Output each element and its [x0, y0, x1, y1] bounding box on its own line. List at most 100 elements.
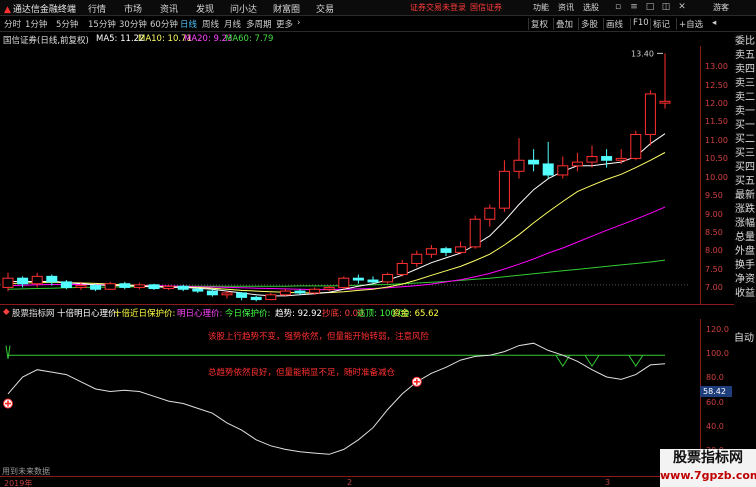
indicator-item-1: 明日心理价:: [177, 309, 223, 319]
price-tick: 10.50: [705, 154, 728, 164]
restore-icon[interactable]: □: [644, 1, 656, 13]
f10-button[interactable]: F10: [630, 18, 651, 30]
side-tab[interactable]: 买三: [735, 147, 756, 160]
candle-body: [513, 159, 525, 172]
side-tab[interactable]: 外盘: [735, 245, 756, 258]
candle-body: [630, 133, 642, 159]
price-tick: 11.50: [705, 117, 728, 127]
period-60min[interactable]: 60分钟: [150, 18, 178, 30]
candle-body: [90, 285, 102, 290]
side-tab[interactable]: 涨幅: [735, 217, 756, 230]
candle-body: [601, 156, 613, 161]
side-tab[interactable]: 卖二: [735, 91, 756, 104]
price-tick: 7.00: [705, 283, 723, 293]
menu-icon[interactable]: ≡: [628, 1, 640, 13]
ma-legend: 国信证券(日线,前复权) MA5: 11.22 MA10: 10.71 MA20…: [0, 33, 756, 46]
date-label: 2: [347, 478, 353, 487]
indicator-chart[interactable]: [0, 319, 700, 476]
add-watchlist-button[interactable]: +自选: [676, 18, 705, 30]
date-label: 3: [605, 478, 611, 487]
menu-market[interactable]: 市场: [124, 2, 142, 15]
side-tab[interactable]: 卖四: [735, 63, 756, 76]
draw-line-button[interactable]: 画线: [603, 18, 625, 30]
indicator-title: 十倍明日心理价:: [57, 309, 120, 319]
adjust-button[interactable]: 复权: [528, 18, 550, 30]
candle-body: [542, 163, 554, 176]
guest-label[interactable]: 游客: [713, 2, 729, 13]
candlestick-chart[interactable]: 13.406.67: [0, 46, 700, 304]
login-notice[interactable]: 证券交易未登录: [410, 2, 466, 13]
app-name: 通达信金融终端: [12, 5, 76, 15]
indicator-tick: 40.0: [706, 421, 724, 431]
mark-button[interactable]: 标记: [650, 18, 672, 30]
side-tab[interactable]: 委比: [735, 35, 756, 48]
side-tab[interactable]: 买一: [735, 119, 756, 132]
menu-ask[interactable]: 问小达: [230, 2, 257, 15]
chevron-right-icon[interactable]: ›: [297, 18, 300, 28]
candle-body: [177, 285, 189, 290]
app-logo-icon: ▲: [4, 5, 11, 15]
menu-quotes[interactable]: 行情: [88, 2, 106, 15]
period-15min[interactable]: 15分钟: [88, 18, 116, 30]
side-tab[interactable]: 买四: [735, 161, 756, 174]
period-monthly[interactable]: 月线: [224, 18, 241, 30]
candle-body: [46, 275, 58, 283]
close-icon[interactable]: ✕: [676, 1, 688, 13]
multi-stock-button[interactable]: 多股: [578, 18, 600, 30]
period-weekly[interactable]: 周线: [202, 18, 219, 30]
overlay-button[interactable]: 叠加: [553, 18, 575, 30]
candle-body: [528, 159, 540, 165]
menu-news[interactable]: 资讯: [160, 2, 178, 15]
side-tab[interactable]: 最新: [735, 189, 756, 202]
side-tab[interactable]: 总量: [735, 231, 756, 244]
candle-body: [644, 93, 656, 135]
candle-body: [411, 253, 423, 264]
candle-body: [119, 283, 131, 288]
candle-body: [236, 292, 248, 298]
indicator-name[interactable]: 股票指标网: [12, 307, 55, 319]
price-tick: 9.00: [705, 209, 723, 219]
ma60-value: MA60: 7.79: [225, 34, 274, 44]
candle-body: [148, 284, 160, 290]
side-tab[interactable]: 卖一: [735, 105, 756, 118]
broker-name[interactable]: 国信证券: [470, 2, 502, 13]
side-tab[interactable]: 卖三: [735, 77, 756, 90]
side-tab[interactable]: 收益: [735, 287, 756, 300]
side-tab[interactable]: 卖五: [735, 49, 756, 62]
candle-body: [163, 285, 175, 290]
menu-discover[interactable]: 发现: [196, 2, 214, 15]
price-tick: 13.00: [705, 62, 728, 72]
period-timeshare[interactable]: 分时: [4, 18, 21, 30]
menu-stock-pick[interactable]: 选股: [583, 2, 599, 13]
menu-function[interactable]: 功能: [533, 2, 549, 13]
menu-wealth[interactable]: 财富圈: [273, 2, 300, 15]
candle-body: [659, 100, 671, 104]
indicator-tick: 80.0: [706, 373, 724, 383]
side-tab[interactable]: 买二: [735, 133, 756, 146]
side-tab[interactable]: 换手: [735, 259, 756, 272]
side-tab[interactable]: 买五: [735, 175, 756, 188]
auto-button[interactable]: 自动: [734, 332, 756, 346]
side-tab[interactable]: 涨跌: [735, 203, 756, 216]
side-tab[interactable]: 净资: [735, 273, 756, 286]
period-1min[interactable]: 1分钟: [25, 18, 47, 30]
candle-body: [323, 286, 335, 290]
period-30min[interactable]: 30分钟: [119, 18, 147, 30]
date-label: 2019年: [4, 479, 33, 487]
indicator-item-0: 十倍近日保护价:: [113, 309, 176, 319]
fullscreen-icon[interactable]: ◫: [660, 1, 672, 13]
period-more[interactable]: 更多: [276, 18, 293, 30]
menu-trade[interactable]: 交易: [316, 2, 334, 15]
chevron-icon[interactable]: ◆: [3, 307, 10, 317]
candle-body: [133, 284, 145, 288]
price-tick: 7.50: [705, 264, 723, 274]
indicator-legend: ◆ 股票指标网 十倍明日心理价: 十倍近日保护价: 明日心理价: 今日保护价: …: [0, 305, 756, 319]
pin-icon[interactable]: ◂: [710, 18, 718, 30]
period-5min[interactable]: 5分钟: [56, 18, 78, 30]
menu-info[interactable]: 资讯: [558, 2, 574, 13]
period-multi[interactable]: 多周期: [246, 18, 272, 30]
price-axis: 13.00 12.50 12.00 11.50 11.00 10.50 10.00 9.50 9…: [700, 46, 734, 304]
down-arrow-icon: [5, 345, 11, 359]
minimize-icon[interactable]: ▫: [612, 1, 624, 13]
period-daily[interactable]: 日线: [180, 18, 197, 30]
